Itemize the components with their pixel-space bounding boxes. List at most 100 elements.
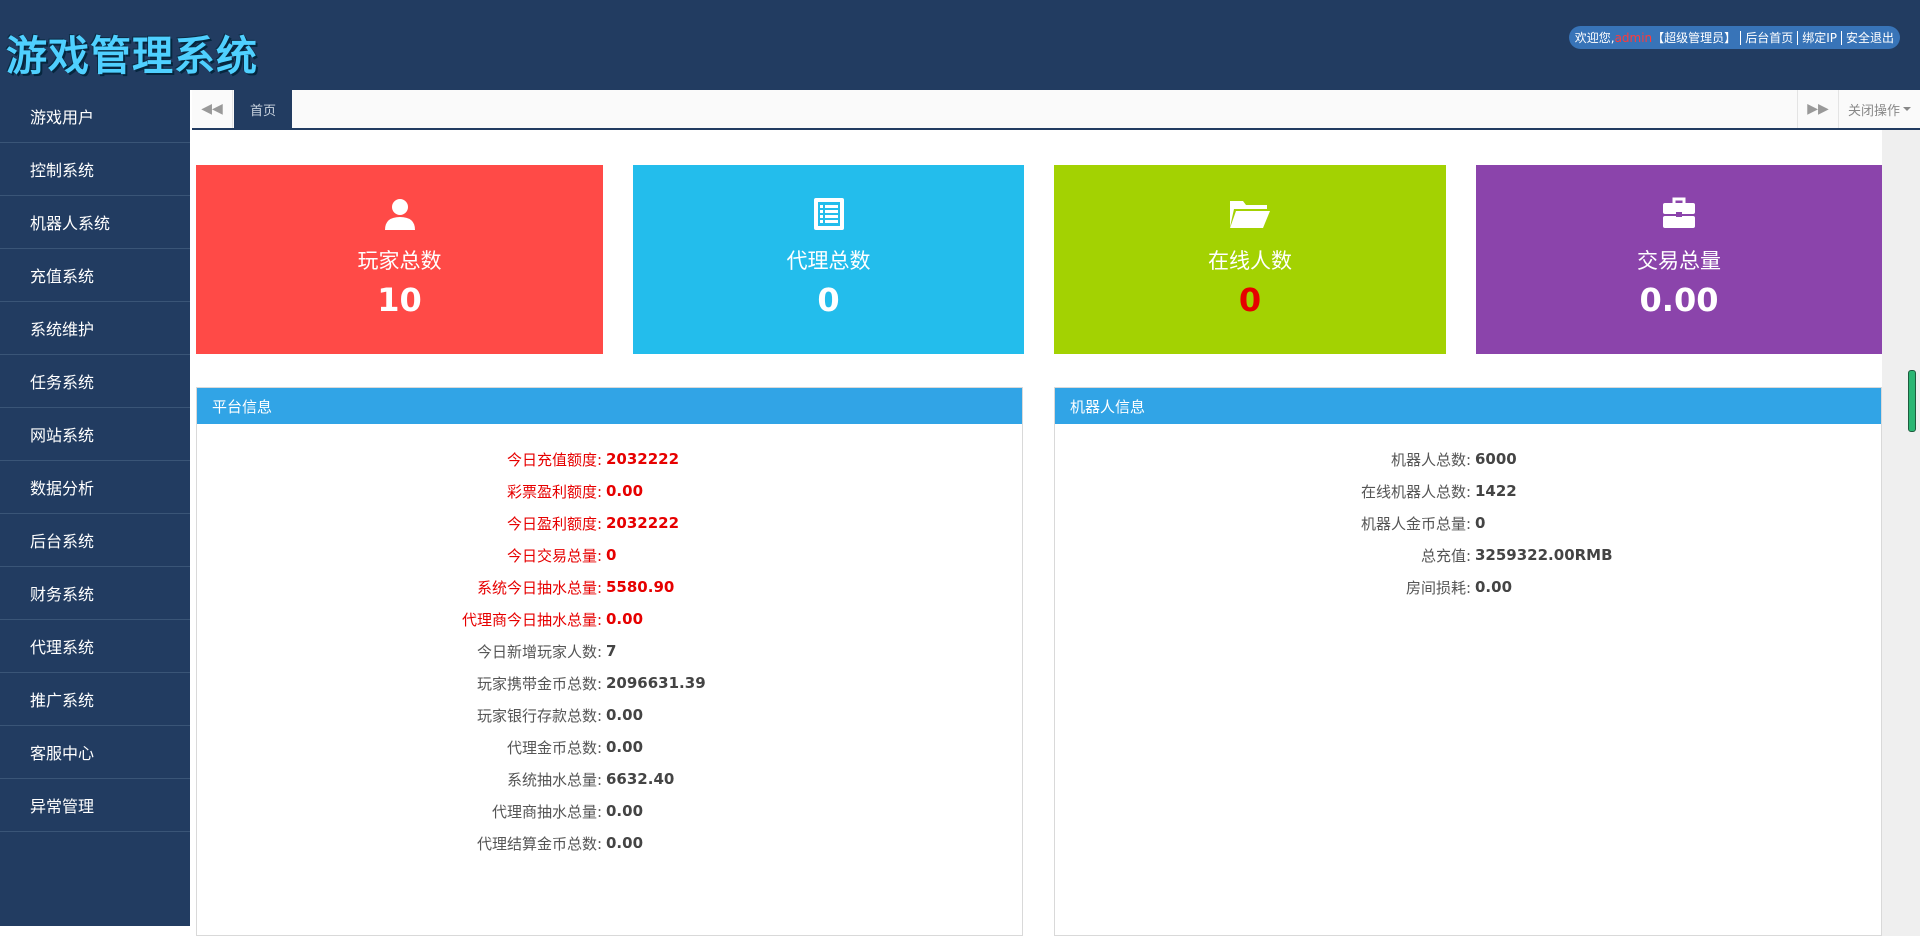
info-row: 代理结算金币总数: 0.00 bbox=[197, 827, 1022, 859]
info-row: 代理金币总数: 0.00 bbox=[197, 731, 1022, 763]
info-key: 代理金币总数: bbox=[506, 738, 602, 757]
sidebar-item-backend[interactable]: 后台系统 bbox=[0, 514, 190, 567]
info-row: 在线机器人总数: 1422 bbox=[1055, 475, 1881, 507]
stat-value: 0 bbox=[817, 281, 840, 319]
panel-title: 平台信息 bbox=[197, 388, 1022, 424]
info-key: 今日盈利额度: bbox=[506, 514, 602, 533]
sidebar-item-analytics[interactable]: 数据分析 bbox=[0, 461, 190, 514]
info-key: 系统抽水总量: bbox=[506, 770, 602, 789]
info-row: 今日充值额度: 2032222 bbox=[197, 443, 1022, 475]
sidebar-item-maintenance[interactable]: 系统维护 bbox=[0, 302, 190, 355]
info-key: 今日新增玩家人数: bbox=[476, 642, 602, 661]
stat-value: 0 bbox=[1238, 281, 1262, 319]
platform-info-panel: 平台信息 今日充值额度: 2032222 彩票盈利额度: 0.00 今日盈利额度: 2… bbox=[196, 387, 1023, 936]
sidebar-item-customer-service[interactable]: 客服中心 bbox=[0, 726, 190, 779]
panel-title: 机器人信息 bbox=[1055, 388, 1881, 424]
platform-info-list: 今日充值额度: 2032222 彩票盈利额度: 0.00 今日盈利额度: 203222… bbox=[197, 443, 1022, 859]
robot-info-panel: 机器人信息 机器人总数: 6000 在线机器人总数: 1422 机器人金币总量: 0 … bbox=[1054, 387, 1882, 936]
stat-card-agents: 代理总数 0 bbox=[633, 165, 1024, 354]
info-value: 0.00 bbox=[606, 834, 644, 852]
info-row: 彩票盈利额度: 0.00 bbox=[197, 475, 1022, 507]
sidebar-item-website[interactable]: 网站系统 bbox=[0, 408, 190, 461]
info-value: 6000 bbox=[1475, 450, 1517, 468]
sidebar-item-exceptions[interactable]: 异常管理 bbox=[0, 779, 190, 832]
briefcase-icon bbox=[1476, 197, 1882, 231]
info-row: 代理商抽水总量: 0.00 bbox=[197, 795, 1022, 827]
info-key: 代理结算金币总数: bbox=[476, 834, 602, 853]
top-header: 游戏管理系统 欢迎您, admin 【超级管理员】 后台首页 绑定IP 安全退出 bbox=[0, 0, 1920, 90]
sidebar-item-control[interactable]: 控制系统 bbox=[0, 143, 190, 196]
close-operations-dropdown[interactable]: 关闭操作 bbox=[1838, 90, 1920, 128]
divider bbox=[1740, 30, 1742, 45]
info-value: 0.00 bbox=[1475, 578, 1513, 596]
info-value: 2096631.39 bbox=[606, 674, 706, 692]
close-operations-label: 关闭操作 bbox=[1847, 103, 1900, 119]
bind-ip-link[interactable]: 绑定IP bbox=[1802, 29, 1837, 46]
stat-card-online: 在线人数 0 bbox=[1054, 165, 1446, 354]
tab-scroll-right-button[interactable]: ▶▶ bbox=[1797, 90, 1838, 128]
app-logo: 游戏管理系统 bbox=[6, 32, 258, 80]
sidebar-item-recharge[interactable]: 充值系统 bbox=[0, 249, 190, 302]
info-key: 机器人金币总量: bbox=[1360, 514, 1471, 533]
info-key: 玩家携带金币总数: bbox=[476, 674, 602, 693]
scrollbar-thumb[interactable] bbox=[1908, 370, 1916, 432]
info-value: 0.00 bbox=[606, 610, 644, 628]
list-icon bbox=[633, 197, 1024, 231]
sidebar-item-robot[interactable]: 机器人系统 bbox=[0, 196, 190, 249]
user-role: 【超级管理员】 bbox=[1652, 31, 1737, 45]
stat-label: 玩家总数 bbox=[357, 249, 442, 273]
info-value: 2032222 bbox=[606, 450, 680, 468]
info-row: 今日交易总量: 0 bbox=[197, 539, 1022, 571]
sidebar: 游戏用户 控制系统 机器人系统 充值系统 系统维护 任务系统 网站系统 数据分析… bbox=[0, 90, 190, 926]
info-row: 房间损耗: 0.00 bbox=[1055, 571, 1881, 603]
robot-info-list: 机器人总数: 6000 在线机器人总数: 1422 机器人金币总量: 0 总充值: 32… bbox=[1055, 443, 1881, 603]
info-value: 0 bbox=[606, 546, 617, 564]
info-row: 系统今日抽水总量: 5580.90 bbox=[197, 571, 1022, 603]
stat-card-transactions: 交易总量 0.00 bbox=[1476, 165, 1882, 354]
tab-home[interactable]: 首页 bbox=[234, 90, 292, 128]
folder-open-icon bbox=[1054, 197, 1446, 231]
info-row: 系统抽水总量: 6632.40 bbox=[197, 763, 1022, 795]
double-left-arrow-icon: ◀◀ bbox=[201, 101, 223, 117]
info-row: 机器人金币总量: 0 bbox=[1055, 507, 1881, 539]
sidebar-item-game-users[interactable]: 游戏用户 bbox=[0, 90, 190, 143]
info-key: 代理商抽水总量: bbox=[491, 802, 602, 821]
divider bbox=[1797, 30, 1799, 45]
username: admin bbox=[1614, 30, 1653, 45]
sidebar-item-finance[interactable]: 财务系统 bbox=[0, 567, 190, 620]
info-row: 总充值: 3259322.00RMB bbox=[1055, 539, 1881, 571]
stat-label: 交易总量 bbox=[1637, 249, 1721, 273]
user-icon bbox=[196, 197, 603, 231]
info-key: 彩票盈利额度: bbox=[506, 482, 602, 501]
info-key: 玩家银行存款总数: bbox=[476, 706, 602, 725]
stat-value: 0.00 bbox=[1639, 281, 1719, 319]
info-value: 0.00 bbox=[606, 738, 644, 756]
sidebar-item-tasks[interactable]: 任务系统 bbox=[0, 355, 190, 408]
sidebar-item-promotion[interactable]: 推广系统 bbox=[0, 673, 190, 726]
tab-scroll-left-button[interactable]: ◀◀ bbox=[192, 90, 233, 128]
info-key: 今日充值额度: bbox=[506, 450, 602, 469]
stat-card-players: 玩家总数 10 bbox=[196, 165, 603, 354]
info-row: 今日新增玩家人数: 7 bbox=[197, 635, 1022, 667]
info-value: 1422 bbox=[1475, 482, 1517, 500]
info-row: 机器人总数: 6000 bbox=[1055, 443, 1881, 475]
info-key: 今日交易总量: bbox=[506, 546, 602, 565]
info-value: 2032222 bbox=[606, 514, 680, 532]
info-value: 0.00 bbox=[606, 802, 644, 820]
page-scrollbar[interactable] bbox=[1882, 130, 1920, 936]
stat-label: 代理总数 bbox=[786, 249, 871, 273]
admin-home-link[interactable]: 后台首页 bbox=[1745, 29, 1793, 46]
logout-link[interactable]: 安全退出 bbox=[1846, 29, 1894, 46]
user-bar: 欢迎您, admin 【超级管理员】 后台首页 绑定IP 安全退出 bbox=[1568, 26, 1900, 49]
info-value: 0.00 bbox=[606, 482, 644, 500]
double-right-arrow-icon: ▶▶ bbox=[1807, 101, 1829, 117]
info-row: 玩家银行存款总数: 0.00 bbox=[197, 699, 1022, 731]
info-key: 代理商今日抽水总量: bbox=[461, 610, 602, 629]
sidebar-item-agent[interactable]: 代理系统 bbox=[0, 620, 190, 673]
info-key: 在线机器人总数: bbox=[1360, 482, 1471, 501]
info-key: 系统今日抽水总量: bbox=[476, 578, 602, 597]
tab-bar: ◀◀ 首页 ▶▶ 关闭操作 bbox=[192, 90, 1920, 130]
info-row: 代理商今日抽水总量: 0.00 bbox=[197, 603, 1022, 635]
divider bbox=[1840, 30, 1842, 45]
info-value: 5580.90 bbox=[606, 578, 675, 596]
